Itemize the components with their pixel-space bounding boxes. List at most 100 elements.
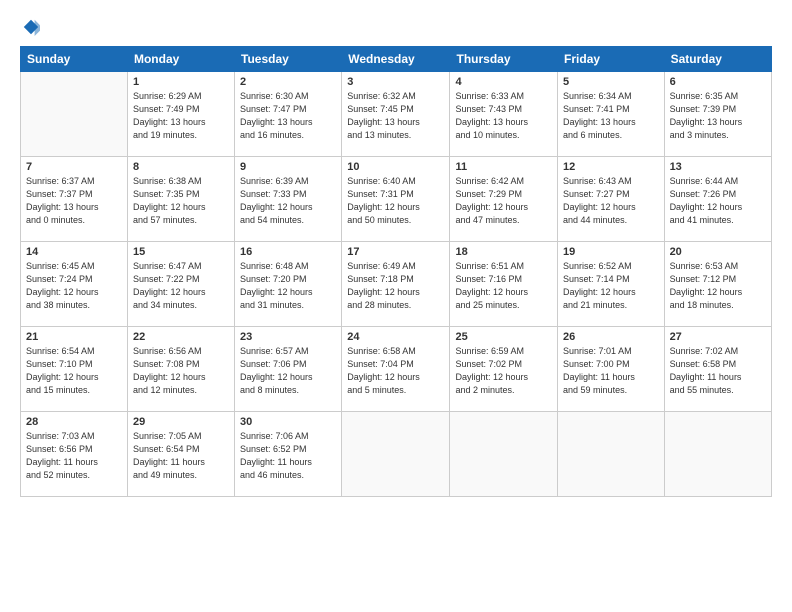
day-info: Sunrise: 6:57 AMSunset: 7:06 PMDaylight:… — [240, 345, 336, 397]
day-info: Sunrise: 6:34 AMSunset: 7:41 PMDaylight:… — [563, 90, 659, 142]
calendar-cell: 1Sunrise: 6:29 AMSunset: 7:49 PMDaylight… — [127, 72, 234, 157]
calendar-cell: 17 Sunrise: 6:49 AMSunset: 7:18 PMDayligh… — [342, 242, 450, 327]
day-number: 29 — [133, 416, 229, 428]
day-info: Sunrise: 6:43 AMSunset: 7:27 PMDaylight:… — [563, 175, 659, 227]
calendar-week-5: 28 Sunrise: 7:03 AMSunset: 6:56 PMDayligh… — [21, 412, 772, 497]
day-info: Sunrise: 6:40 AMSunset: 7:31 PMDaylight:… — [347, 175, 444, 227]
calendar-cell: 9 Sunrise: 6:39 AMSunset: 7:33 PMDaylight… — [235, 157, 342, 242]
calendar-week-2: 7 Sunrise: 6:37 AMSunset: 7:37 PMDaylight… — [21, 157, 772, 242]
day-info: Sunrise: 6:39 AMSunset: 7:33 PMDaylight:… — [240, 175, 336, 227]
calendar-cell: 19 Sunrise: 6:52 AMSunset: 7:14 PMDayligh… — [558, 242, 665, 327]
day-info: Sunrise: 6:35 AMSunset: 7:39 PMDaylight:… — [670, 90, 766, 142]
calendar-cell: 25 Sunrise: 6:59 AMSunset: 7:02 PMDayligh… — [450, 327, 558, 412]
day-number: 28 — [26, 416, 122, 428]
calendar-cell: 7 Sunrise: 6:37 AMSunset: 7:37 PMDaylight… — [21, 157, 128, 242]
calendar-cell — [342, 412, 450, 497]
calendar-header-tuesday: Tuesday — [235, 47, 342, 72]
day-info: Sunrise: 6:53 AMSunset: 7:12 PMDaylight:… — [670, 260, 766, 312]
calendar-week-3: 14 Sunrise: 6:45 AMSunset: 7:24 PMDayligh… — [21, 242, 772, 327]
day-info: Sunrise: 6:32 AMSunset: 7:45 PMDaylight:… — [347, 90, 444, 142]
calendar-cell: 27Sunrise: 7:02 AMSunset: 6:58 PMDayligh… — [664, 327, 771, 412]
calendar-cell: 5 Sunrise: 6:34 AMSunset: 7:41 PMDaylight… — [558, 72, 665, 157]
day-number: 18 — [455, 246, 552, 258]
logo-icon — [22, 18, 40, 36]
day-number: 5 — [563, 76, 659, 88]
calendar-header-thursday: Thursday — [450, 47, 558, 72]
calendar-cell: 24 Sunrise: 6:58 AMSunset: 7:04 PMDayligh… — [342, 327, 450, 412]
calendar-header-row: SundayMondayTuesdayWednesdayThursdayFrid… — [21, 47, 772, 72]
calendar-cell: 26 Sunrise: 7:01 AMSunset: 7:00 PMDayligh… — [558, 327, 665, 412]
day-number: 12 — [563, 161, 659, 173]
day-info: Sunrise: 6:56 AMSunset: 7:08 PMDaylight:… — [133, 345, 229, 397]
calendar-cell: 30 Sunrise: 7:06 AMSunset: 6:52 PMDayligh… — [235, 412, 342, 497]
day-info: Sunrise: 7:03 AMSunset: 6:56 PMDaylight:… — [26, 430, 122, 482]
day-number: 15 — [133, 246, 229, 258]
calendar-cell — [664, 412, 771, 497]
calendar-cell: 12 Sunrise: 6:43 AMSunset: 7:27 PMDayligh… — [558, 157, 665, 242]
day-info: Sunrise: 6:45 AMSunset: 7:24 PMDaylight:… — [26, 260, 122, 312]
calendar-cell: 28 Sunrise: 7:03 AMSunset: 6:56 PMDayligh… — [21, 412, 128, 497]
day-info: Sunrise: 6:54 AMSunset: 7:10 PMDaylight:… — [26, 345, 122, 397]
day-number: 16 — [240, 246, 336, 258]
day-info: Sunrise: 6:52 AMSunset: 7:14 PMDaylight:… — [563, 260, 659, 312]
day-info: Sunrise: 7:05 AMSunset: 6:54 PMDaylight:… — [133, 430, 229, 482]
day-number: 14 — [26, 246, 122, 258]
calendar-cell: 20 Sunrise: 6:53 AMSunset: 7:12 PMDayligh… — [664, 242, 771, 327]
day-number: 4 — [455, 76, 552, 88]
day-info: Sunrise: 6:49 AMSunset: 7:18 PMDaylight:… — [347, 260, 444, 312]
day-number: 27 — [670, 331, 766, 343]
day-number: 17 — [347, 246, 444, 258]
day-number: 30 — [240, 416, 336, 428]
calendar-cell: 29 Sunrise: 7:05 AMSunset: 6:54 PMDayligh… — [127, 412, 234, 497]
day-number: 22 — [133, 331, 229, 343]
day-number: 26 — [563, 331, 659, 343]
day-info: Sunrise: 6:58 AMSunset: 7:04 PMDaylight:… — [347, 345, 444, 397]
day-info: Sunrise: 6:37 AMSunset: 7:37 PMDaylight:… — [26, 175, 122, 227]
calendar-cell: 8Sunrise: 6:38 AMSunset: 7:35 PMDaylight… — [127, 157, 234, 242]
day-info: Sunrise: 7:01 AMSunset: 7:00 PMDaylight:… — [563, 345, 659, 397]
day-number: 8 — [133, 161, 229, 173]
day-info: Sunrise: 6:51 AMSunset: 7:16 PMDaylight:… — [455, 260, 552, 312]
calendar-cell — [21, 72, 128, 157]
day-number: 25 — [455, 331, 552, 343]
calendar-cell: 3Sunrise: 6:32 AMSunset: 7:45 PMDaylight… — [342, 72, 450, 157]
day-number: 13 — [670, 161, 766, 173]
calendar-header-monday: Monday — [127, 47, 234, 72]
calendar-cell: 14 Sunrise: 6:45 AMSunset: 7:24 PMDayligh… — [21, 242, 128, 327]
day-number: 6 — [670, 76, 766, 88]
day-number: 2 — [240, 76, 336, 88]
day-number: 19 — [563, 246, 659, 258]
page: SundayMondayTuesdayWednesdayThursdayFrid… — [0, 0, 792, 612]
calendar-cell: 15Sunrise: 6:47 AMSunset: 7:22 PMDayligh… — [127, 242, 234, 327]
calendar-cell — [450, 412, 558, 497]
calendar-header-wednesday: Wednesday — [342, 47, 450, 72]
day-number: 21 — [26, 331, 122, 343]
calendar-header-friday: Friday — [558, 47, 665, 72]
day-info: Sunrise: 7:06 AMSunset: 6:52 PMDaylight:… — [240, 430, 336, 482]
calendar-cell: 4 Sunrise: 6:33 AMSunset: 7:43 PMDaylight… — [450, 72, 558, 157]
day-info: Sunrise: 6:44 AMSunset: 7:26 PMDaylight:… — [670, 175, 766, 227]
calendar-week-4: 21 Sunrise: 6:54 AMSunset: 7:10 PMDayligh… — [21, 327, 772, 412]
calendar-cell: 6 Sunrise: 6:35 AMSunset: 7:39 PMDaylight… — [664, 72, 771, 157]
day-info: Sunrise: 6:29 AMSunset: 7:49 PMDaylight:… — [133, 90, 229, 142]
calendar-cell: 11Sunrise: 6:42 AMSunset: 7:29 PMDayligh… — [450, 157, 558, 242]
day-number: 9 — [240, 161, 336, 173]
logo — [20, 18, 40, 36]
day-number: 24 — [347, 331, 444, 343]
day-info: Sunrise: 6:59 AMSunset: 7:02 PMDaylight:… — [455, 345, 552, 397]
header — [20, 18, 772, 36]
calendar-header-sunday: Sunday — [21, 47, 128, 72]
calendar-cell: 10Sunrise: 6:40 AMSunset: 7:31 PMDayligh… — [342, 157, 450, 242]
day-number: 23 — [240, 331, 336, 343]
day-number: 7 — [26, 161, 122, 173]
calendar-cell: 13 Sunrise: 6:44 AMSunset: 7:26 PMDayligh… — [664, 157, 771, 242]
day-info: Sunrise: 6:33 AMSunset: 7:43 PMDaylight:… — [455, 90, 552, 142]
calendar-cell: 2 Sunrise: 6:30 AMSunset: 7:47 PMDaylight… — [235, 72, 342, 157]
day-number: 20 — [670, 246, 766, 258]
calendar-header-saturday: Saturday — [664, 47, 771, 72]
day-info: Sunrise: 6:30 AMSunset: 7:47 PMDaylight:… — [240, 90, 336, 142]
calendar-cell: 16Sunrise: 6:48 AMSunset: 7:20 PMDayligh… — [235, 242, 342, 327]
calendar-cell — [558, 412, 665, 497]
calendar-cell: 23 Sunrise: 6:57 AMSunset: 7:06 PMDayligh… — [235, 327, 342, 412]
calendar-week-1: 1Sunrise: 6:29 AMSunset: 7:49 PMDaylight… — [21, 72, 772, 157]
